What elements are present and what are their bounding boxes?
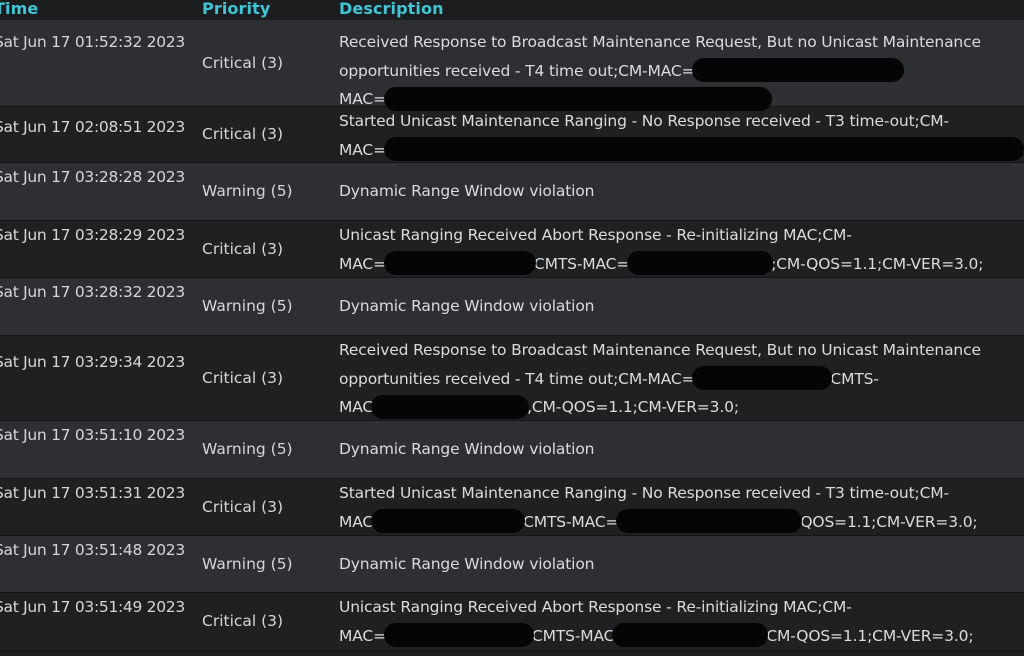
time-cell: Sat Jun 17 03:51:10 2023	[0, 426, 185, 444]
priority-cell: Warning (5)	[202, 554, 293, 573]
column-header-priority[interactable]: Priority	[202, 0, 339, 18]
description-cell: Dynamic Range Window violation	[339, 163, 1024, 220]
priority-cell: Critical (3)	[202, 368, 284, 387]
description-line: MAC= CMTS-MAC CM-QOS=1.1;CM-VER=3.0;	[339, 622, 1024, 651]
description-text: CMTS-MAC=	[533, 254, 630, 273]
priority-cell: Warning (5)	[202, 440, 293, 459]
table-row: Sat Jun 17 03:51:31 2023 Critical (3) St…	[0, 479, 1024, 536]
description-line: MAC=	[339, 136, 1024, 165]
description-line: Unicast Ranging Received Abort Response …	[339, 598, 852, 616]
redacted-value	[383, 86, 772, 111]
description-cell: Unicast Ranging Received Abort Response …	[339, 593, 1024, 650]
description-line: Dynamic Range Window violation	[339, 440, 595, 458]
table-row: Sat Jun 17 03:51:10 2023 Warning (5) Dyn…	[0, 421, 1024, 479]
description-line: MAC= CMTS-MAC= ;CM-QOS=1.1;CM-VER=3.0;	[339, 250, 1024, 279]
redacted-value	[627, 251, 774, 275]
priority-cell: Warning (5)	[202, 297, 293, 316]
time-cell: Sat Jun 17 03:51:48 2023	[0, 541, 185, 559]
table-row: Sat Jun 17 03:28:32 2023 Warning (5) Dyn…	[0, 278, 1024, 336]
time-cell: Sat Jun 17 03:51:31 2023	[0, 484, 185, 502]
column-header-description[interactable]: Description	[339, 0, 1024, 18]
redacted-value	[692, 366, 833, 390]
description-text: ;CM-QOS=1.1;CM-VER=3.0;	[771, 254, 984, 273]
description-cell: Dynamic Range Window violation	[339, 536, 1024, 592]
description-line: MAC CMTS-MAC= QOS=1.1;CM-VER=3.0;	[339, 508, 1024, 537]
description-cell: Received Response to Broadcast Maintenan…	[339, 20, 1024, 111]
description-line: Received Response to Broadcast Maintenan…	[339, 341, 981, 359]
priority-cell: Critical (3)	[202, 497, 284, 516]
time-cell: Sat Jun 17 03:28:32 2023	[0, 283, 185, 301]
description-line: Started Unicast Maintenance Ranging - No…	[339, 484, 949, 502]
table-row: Sat Jun 17 03:51:49 2023 Critical (3) Un…	[0, 593, 1024, 651]
time-cell: Sat Jun 17 03:51:49 2023	[0, 598, 185, 616]
description-text: CM-QOS=1.1;CM-VER=3.0;	[766, 626, 974, 645]
redacted-value	[383, 623, 534, 647]
description-text: ,CM-QOS=1.1;CM-VER=3.0;	[527, 398, 739, 416]
description-cell: Dynamic Range Window violation	[339, 421, 1024, 478]
time-cell: Sat Jun 17 02:08:51 2023	[0, 118, 185, 136]
table-row: Sat Jun 17 03:28:29 2023 Critical (3) Un…	[0, 221, 1024, 278]
description-text: opportunities received - T4 time out;CM-…	[339, 369, 695, 388]
description-cell: Started Unicast Maintenance Ranging - No…	[339, 107, 1024, 162]
description-text: CMTS-MAC=	[523, 512, 619, 531]
description-line: MAC ,CM-QOS=1.1;CM-VER=3.0;	[339, 393, 1024, 422]
description-line: Dynamic Range Window violation	[339, 297, 595, 315]
description-line: Received Response to Broadcast Maintenan…	[339, 33, 981, 51]
description-line: Dynamic Range Window violation	[339, 182, 595, 200]
redacted-value	[383, 137, 1024, 161]
event-log-table: Time Priority Description Sat Jun 17 01:…	[0, 0, 1024, 651]
table-row: Sat Jun 17 03:28:28 2023 Warning (5) Dyn…	[0, 163, 1024, 221]
description-cell: Received Response to Broadcast Maintenan…	[339, 336, 1024, 420]
description-line: Dynamic Range Window violation	[339, 555, 595, 573]
priority-cell: Critical (3)	[202, 239, 284, 258]
description-text: CMTS-	[830, 369, 879, 388]
description-line: Unicast Ranging Received Abort Response …	[339, 226, 852, 244]
description-text: opportunities received - T4 time out;CM-…	[339, 61, 695, 80]
time-cell: Sat Jun 17 03:29:34 2023	[0, 353, 185, 371]
redacted-value	[371, 394, 530, 419]
description-text: MAC=	[339, 626, 386, 645]
priority-cell: Critical (3)	[202, 612, 284, 631]
time-cell: Sat Jun 17 03:28:28 2023	[0, 168, 185, 186]
priority-cell: Critical (3)	[202, 125, 284, 144]
table-header: Time Priority Description	[0, 0, 1024, 20]
description-cell: Started Unicast Maintenance Ranging - No…	[339, 479, 1024, 535]
table-row: Sat Jun 17 03:51:48 2023 Warning (5) Dyn…	[0, 536, 1024, 593]
redacted-value	[612, 623, 769, 647]
description-text: MAC	[339, 512, 374, 531]
redacted-value	[692, 58, 905, 82]
table-row: Sat Jun 17 02:08:51 2023 Critical (3) St…	[0, 107, 1024, 163]
description-cell: Unicast Ranging Received Abort Response …	[339, 221, 1024, 277]
description-line: opportunities received - T4 time out;CM-…	[339, 365, 1024, 394]
priority-cell: Critical (3)	[202, 53, 284, 72]
column-header-time[interactable]: Time	[0, 0, 202, 18]
table-row: Sat Jun 17 01:52:32 2023 Critical (3) Re…	[0, 20, 1024, 111]
redacted-value	[616, 509, 803, 533]
description-text: CMTS-MAC	[531, 626, 615, 645]
time-cell: Sat Jun 17 03:28:29 2023	[0, 226, 185, 244]
description-text: MAC=	[339, 140, 386, 159]
description-cell: Dynamic Range Window violation	[339, 278, 1024, 335]
priority-cell: Warning (5)	[202, 182, 293, 201]
redacted-value	[371, 509, 526, 533]
time-cell: Sat Jun 17 01:52:32 2023	[0, 33, 185, 51]
description-text: MAC	[339, 398, 374, 416]
description-text: QOS=1.1;CM-VER=3.0;	[800, 512, 978, 531]
description-line: Started Unicast Maintenance Ranging - No…	[339, 112, 949, 130]
description-line: opportunities received - T4 time out;CM-…	[339, 57, 1024, 86]
description-text: MAC=	[339, 254, 386, 273]
redacted-value	[383, 251, 536, 275]
description-text: MAC=	[339, 90, 386, 108]
table-row: Sat Jun 17 03:29:34 2023 Critical (3) Re…	[0, 336, 1024, 421]
